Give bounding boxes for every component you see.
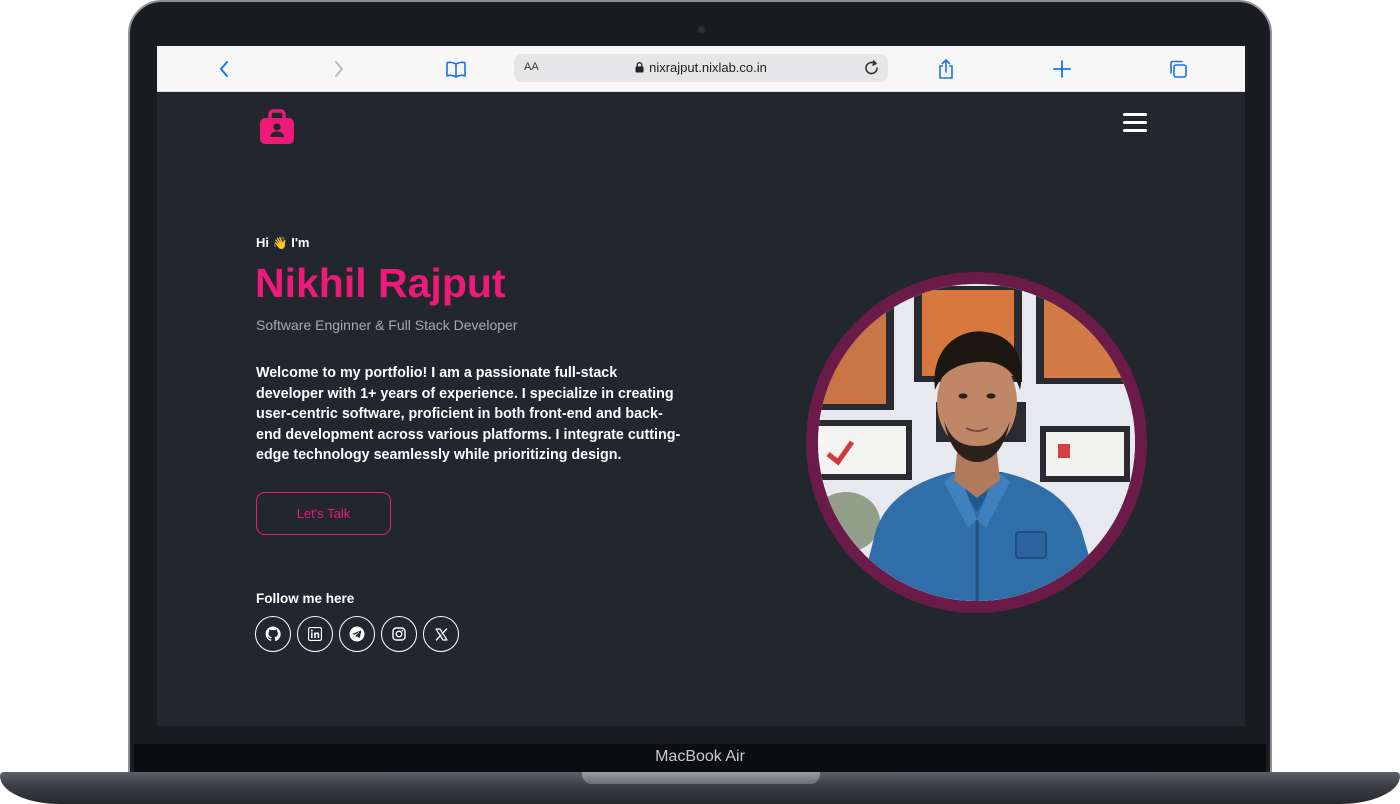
greeting: Hi 👋 I'm xyxy=(256,235,309,250)
instagram-icon xyxy=(392,627,406,641)
menu-bar xyxy=(1123,129,1147,132)
plus-icon xyxy=(1053,60,1071,78)
social-links xyxy=(255,616,459,652)
url-display: nixrajput.nixlab.co.in xyxy=(514,60,888,75)
menu-bar xyxy=(1123,113,1147,116)
browser-toolbar: AA nixrajput.nixlab.co.in xyxy=(157,46,1245,92)
hero-bio: Welcome to my portfolio! I am a passiona… xyxy=(256,365,681,463)
linkedin-icon xyxy=(308,627,322,641)
x-icon xyxy=(434,627,448,641)
forward-button[interactable] xyxy=(326,56,352,82)
chevron-left-icon xyxy=(220,61,228,77)
greeting-prefix: Hi xyxy=(256,235,269,250)
url-text: nixrajput.nixlab.co.in xyxy=(649,60,767,75)
laptop-notch xyxy=(582,772,820,784)
screen: AA nixrajput.nixlab.co.in Hi 👋 I'm Nikhi… xyxy=(157,46,1245,726)
telegram-link[interactable] xyxy=(339,616,375,652)
github-icon xyxy=(265,626,281,642)
lets-talk-button[interactable]: Let's Talk xyxy=(256,492,391,535)
hero-name: Nikhil Rajput xyxy=(255,260,506,306)
portrait-frame xyxy=(806,272,1147,613)
profile-photo-illustration xyxy=(818,284,1135,601)
reload-icon[interactable] xyxy=(862,58,882,78)
briefcase-logo-icon[interactable] xyxy=(258,109,296,145)
share-button[interactable] xyxy=(933,56,959,82)
laptop-mockup: MacBook Air AA nixrajput.nixlab.co.in Hi… xyxy=(0,0,1400,804)
wave-emoji: 👋 xyxy=(272,236,288,250)
camera-dot xyxy=(698,26,705,33)
tabs-icon xyxy=(1170,60,1187,78)
new-tab-button[interactable] xyxy=(1049,56,1075,82)
address-bar[interactable]: AA nixrajput.nixlab.co.in xyxy=(514,54,888,82)
tabs-button[interactable] xyxy=(1165,56,1191,82)
bookmarks-button[interactable] xyxy=(443,56,469,82)
greeting-suffix: I'm xyxy=(291,235,310,250)
chevron-right-icon xyxy=(335,61,343,77)
book-icon xyxy=(446,61,466,78)
x-link[interactable] xyxy=(423,616,459,652)
back-button[interactable] xyxy=(211,56,237,82)
github-link[interactable] xyxy=(255,616,291,652)
profile-photo xyxy=(818,284,1135,601)
share-icon xyxy=(939,59,953,79)
telegram-icon xyxy=(349,626,365,642)
lock-icon xyxy=(635,62,644,73)
follow-heading: Follow me here xyxy=(256,591,355,606)
menu-button[interactable] xyxy=(1123,113,1147,135)
linkedin-link[interactable] xyxy=(297,616,333,652)
device-label: MacBook Air xyxy=(655,748,745,765)
menu-bar xyxy=(1123,121,1147,124)
hero-role: Software Enginner & Full Stack Developer xyxy=(256,317,518,333)
instagram-link[interactable] xyxy=(381,616,417,652)
